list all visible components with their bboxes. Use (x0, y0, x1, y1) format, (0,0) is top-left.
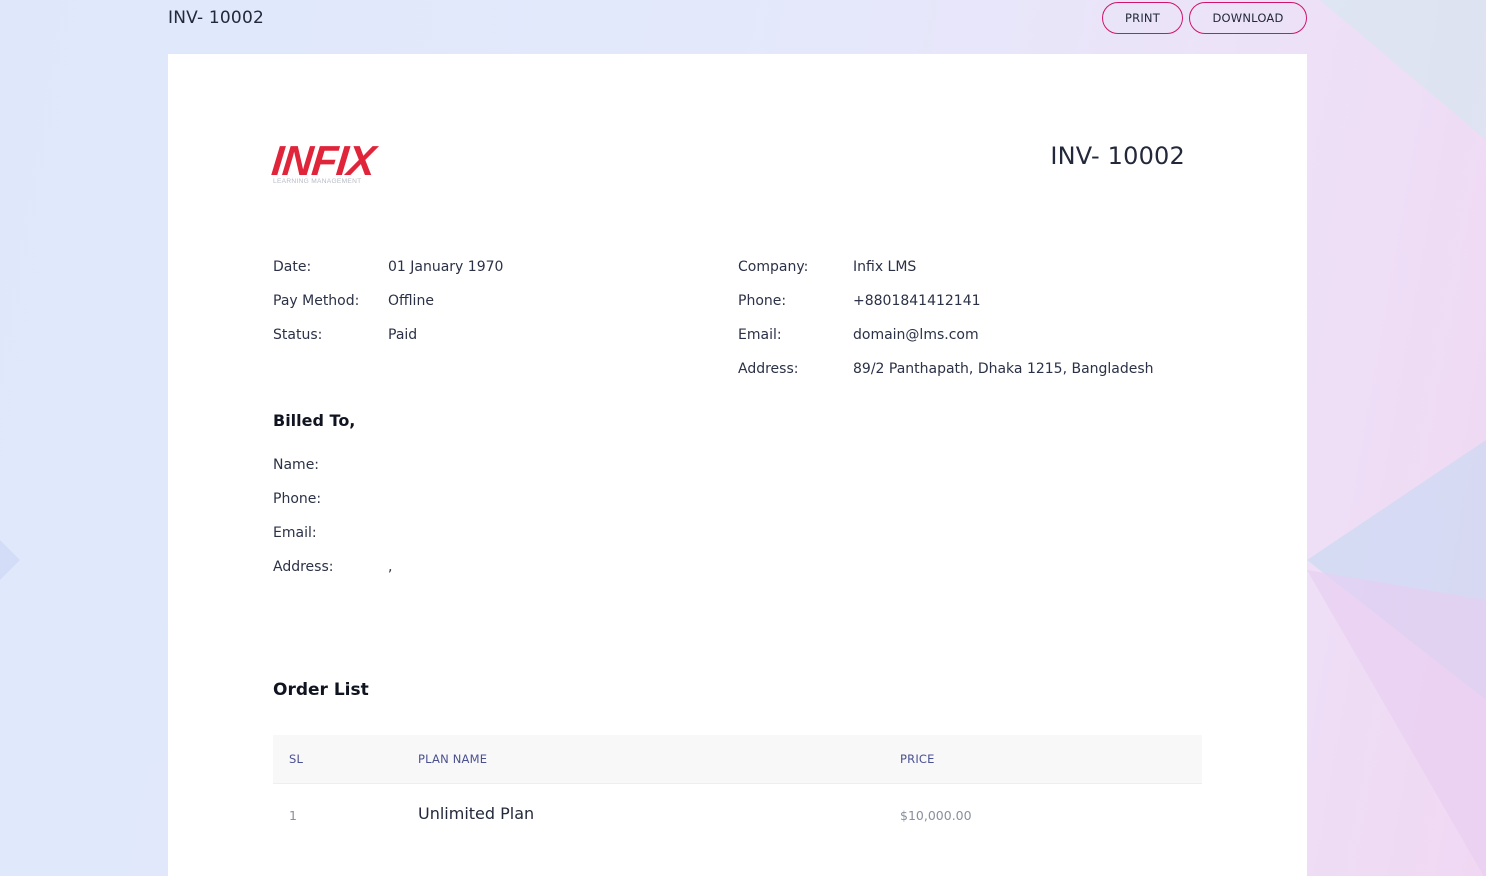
row-sl: 1 (289, 808, 297, 823)
invoice-card: INFIX LEARNING MANAGEMENT INV- 10002 Dat… (168, 54, 1307, 876)
page-title: INV- 10002 (168, 8, 264, 28)
meta-label-pay-method: Pay Method: (273, 293, 360, 309)
row-price: $10,000.00 (900, 808, 972, 823)
column-header-plan-name: PLAN NAME (418, 752, 488, 766)
billed-label-email: Email: (273, 525, 317, 541)
company-label-phone: Phone: (738, 293, 787, 309)
company-label-address: Address: (738, 361, 799, 377)
download-button[interactable]: DOWNLOAD (1189, 2, 1307, 34)
order-list-heading: Order List (273, 680, 369, 700)
company-value-name: Infix LMS (853, 259, 917, 275)
billed-label-name: Name: (273, 457, 320, 473)
column-header-price: PRICE (900, 752, 935, 766)
table-header: SL PLAN NAME PRICE (273, 735, 1202, 784)
meta-label-status: Status: (273, 327, 323, 343)
company-value-email: domain@lms.com (853, 327, 979, 343)
invoice-number: INV- 10002 (1050, 142, 1185, 170)
logo-text: INFIX (269, 137, 377, 184)
meta-label-date: Date: (273, 259, 312, 275)
company-value-phone: +8801841412141 (853, 293, 981, 309)
billed-label-phone: Phone: (273, 491, 322, 507)
billed-label-address: Address: (273, 559, 334, 575)
company-label-email: Email: (738, 327, 782, 343)
company-logo: INFIX LEARNING MANAGEMENT (269, 137, 384, 188)
column-header-sl: SL (289, 752, 304, 766)
billed-to-heading: Billed To, (273, 411, 356, 430)
table-row: 1 Unlimited Plan $10,000.00 (273, 784, 1202, 846)
row-plan-name: Unlimited Plan (418, 804, 535, 823)
meta-value-date: 01 January 1970 (388, 259, 504, 275)
company-label-name: Company: (738, 259, 809, 275)
billed-value-address: , (388, 559, 393, 575)
order-table: SL PLAN NAME PRICE 1 Unlimited Plan $10,… (273, 735, 1202, 846)
meta-value-status: Paid (388, 327, 418, 343)
logo-subtext: LEARNING MANAGEMENT (273, 178, 362, 185)
meta-value-pay-method: Offline (388, 293, 434, 309)
print-button[interactable]: PRINT (1102, 2, 1183, 34)
company-value-address: 89/2 Panthapath, Dhaka 1215, Bangladesh (853, 361, 1154, 377)
